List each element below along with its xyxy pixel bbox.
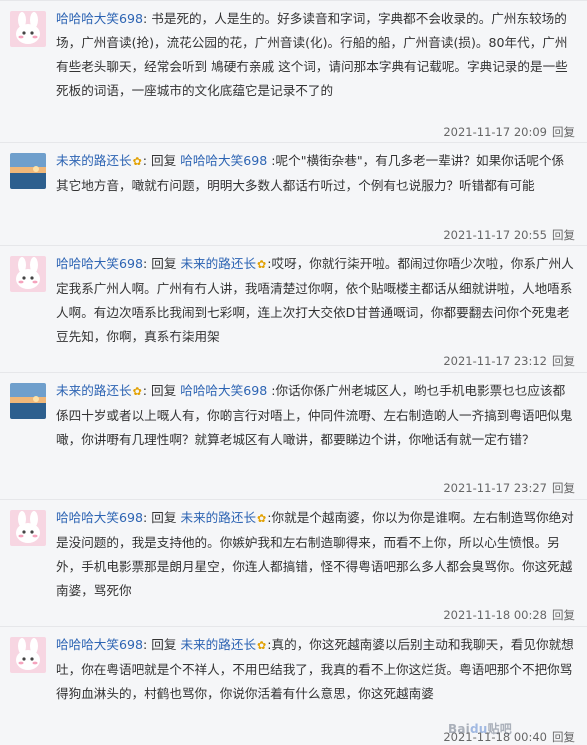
reply-button[interactable]: 回复 [552,354,575,368]
reply-meta: 2021-11-17 23:12 回复 [443,353,575,369]
reply-prefix: 回复 [151,153,177,168]
sunflower-icon: ✿ [257,258,267,271]
reply-button[interactable]: 回复 [552,608,575,622]
reply-content: 哈哈哈大笑698: 回复 未来的路还长✿:你就是个越南婆，你以为你是谁啊。左右制… [56,506,575,603]
reply-item: 哈哈哈大笑698: 回复 未来的路还长✿:你就是个越南婆，你以为你是谁啊。左右制… [0,499,587,626]
author-link[interactable]: 哈哈哈大笑698 [56,256,143,271]
reply-to-link[interactable]: 哈哈哈大笑698 [180,383,267,398]
pink-bunny-avatar-icon[interactable] [10,510,46,546]
baidu-tieba-watermark: Baidu贴吧 [448,720,512,737]
reply-item: 未来的路还长✿: 回复 哈哈哈大笑698 :你话你係广州老城区人，哟乜手机电影票… [0,372,587,499]
reply-meta: 2021-11-17 23:27 回复 [443,480,575,496]
reply-prefix: 回复 [151,256,177,271]
pink-bunny-avatar-icon[interactable] [10,637,46,673]
reply-button[interactable]: 回复 [552,228,575,242]
reply-button[interactable]: 回复 [552,125,575,139]
reply-to-link[interactable]: 未来的路还长 [180,256,256,271]
reply-prefix: 回复 [151,637,177,652]
timestamp: 2021-11-17 20:55 [443,228,547,242]
reply-button[interactable]: 回复 [552,481,575,495]
reply-item: 哈哈哈大笑698: 回复 未来的路还长✿:哎呀，你就行柒开啦。都闹过你唔少次啦，… [0,245,587,372]
author-link[interactable]: 未来的路还长 [56,383,132,398]
author-link[interactable]: 哈哈哈大笑698 [56,637,143,652]
watermark-paw: du [469,722,488,736]
reply-item: 哈哈哈大笑698: 书是死的，人是生的。好多读音和字词，字典都不会收录的。广州东… [0,0,587,142]
sunflower-icon: ✿ [132,385,142,398]
reply-content: 哈哈哈大笑698: 书是死的，人是生的。好多读音和字词，字典都不会收录的。广州东… [56,11,568,98]
pink-bunny-avatar-icon[interactable] [10,256,46,292]
pink-bunny-avatar-icon[interactable] [10,11,46,47]
reply-prefix: 回复 [151,383,177,398]
timestamp: 2021-11-17 23:12 [443,354,547,368]
sunflower-icon: ✿ [132,155,142,168]
reply-button[interactable]: 回复 [552,730,575,744]
sunflower-icon: ✿ [257,639,267,652]
sunset-landscape-avatar-icon[interactable] [10,153,46,189]
reply-meta: 2021-11-17 20:55 回复 [443,227,575,243]
reply-prefix: 回复 [151,510,177,525]
sunflower-icon: ✿ [257,512,267,525]
watermark-text: Bai [448,722,470,736]
timestamp: 2021-11-18 00:28 [443,608,547,622]
reply-meta: 2021-11-18 00:28 回复 [443,607,575,623]
reply-content: 哈哈哈大笑698: 回复 未来的路还长✿:哎呀，你就行柒开啦。都闹过你唔少次啦，… [56,252,575,349]
reply-to-link[interactable]: 未来的路还长 [180,510,256,525]
reply-to-link[interactable]: 未来的路还长 [180,637,256,652]
timestamp: 2021-11-17 20:09 [443,125,547,139]
reply-content: 哈哈哈大笑698: 回复 未来的路还长✿:真的，你这死越南婆以后别主动和我聊天，… [56,633,575,706]
timestamp: 2021-11-17 23:27 [443,481,547,495]
reply-content: 未来的路还长✿: 回复 哈哈哈大笑698 :呢个"横街杂巷"，有几多老一辈讲？如… [56,149,575,198]
reply-content: 未来的路还长✿: 回复 哈哈哈大笑698 :你话你係广州老城区人，哟乜手机电影票… [56,379,575,452]
author-link[interactable]: 未来的路还长 [56,153,132,168]
reply-item: 未来的路还长✿: 回复 哈哈哈大笑698 :呢个"横街杂巷"，有几多老一辈讲？如… [0,142,587,245]
reply-thread: 哈哈哈大笑698: 书是死的，人是生的。好多读音和字词，字典都不会收录的。广州东… [0,0,587,745]
author-link[interactable]: 哈哈哈大笑698 [56,11,143,26]
author-link[interactable]: 哈哈哈大笑698 [56,510,143,525]
watermark-suffix: 贴吧 [487,722,512,736]
reply-meta: 2021-11-17 20:09 回复 [443,124,575,140]
reply-to-link[interactable]: 哈哈哈大笑698 [180,153,267,168]
sunset-landscape-avatar-icon[interactable] [10,383,46,419]
